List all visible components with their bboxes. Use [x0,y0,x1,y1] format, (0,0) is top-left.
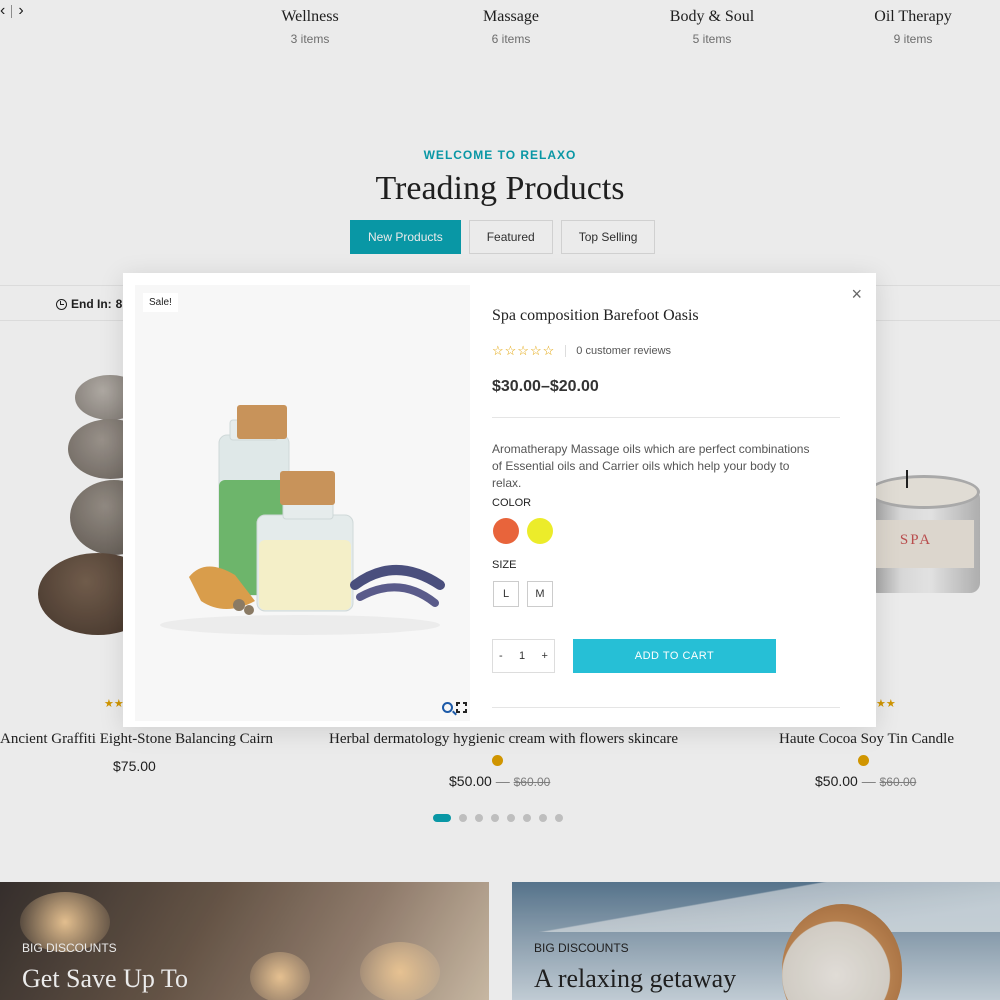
product-rating: ☆☆☆☆☆ 0 customer reviews [492,343,671,359]
color-label: COLOR [492,497,532,509]
product-title: Spa composition Barefoot Oasis [492,307,699,324]
zoom-icon[interactable] [442,702,453,713]
size-option-l[interactable]: L [493,581,519,607]
sale-badge: Sale! [143,293,178,312]
qty-increase-button[interactable]: + [542,650,548,662]
product-description: Aromatherapy Massage oils which are perf… [492,442,810,490]
divider [492,417,840,418]
quick-view-modal: Sale! × Spa composition Barefoot Oasis ☆… [123,273,876,727]
review-count-link[interactable]: 0 customer reviews [576,345,671,357]
size-label: SIZE [492,559,517,571]
product-price: $30.00–$20.00 [492,378,599,395]
quantity-stepper: - 1 + [492,639,555,673]
add-to-cart-button[interactable]: ADD TO CART [573,639,776,673]
spa-bottles-image [160,405,445,635]
close-icon[interactable]: × [851,285,862,303]
qty-decrease-button[interactable]: - [499,650,503,662]
image-tools [442,702,467,713]
rating-divider [565,345,567,357]
qty-input[interactable]: 1 [519,650,525,662]
divider [492,707,840,708]
size-option-m[interactable]: M [527,581,553,607]
rating-stars: ☆☆☆☆☆ [492,343,556,358]
product-image[interactable]: Sale! [135,285,470,721]
color-swatch-yellow[interactable] [527,518,553,544]
color-swatch-orange[interactable] [493,518,519,544]
fullscreen-icon[interactable] [456,702,467,713]
